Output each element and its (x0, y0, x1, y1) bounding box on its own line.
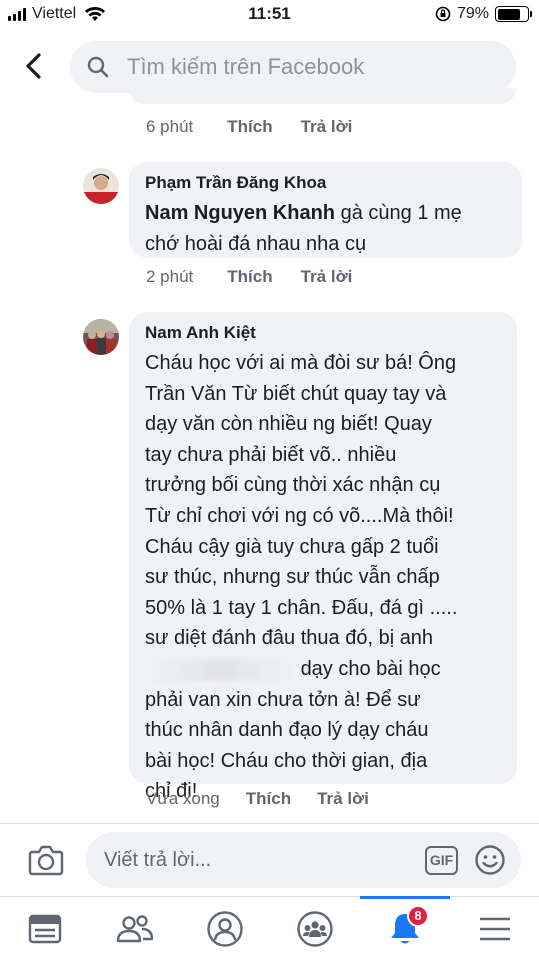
news-feed-icon (28, 914, 62, 944)
reply-button[interactable]: Trả lời (301, 267, 353, 287)
comment-line: Trần Văn Từ biết chút quay tay và (145, 382, 447, 405)
groups-icon (297, 911, 333, 947)
like-button[interactable]: Thích (227, 117, 272, 137)
comment-time: Vừa xong (146, 789, 220, 808)
bottom-nav: 8 (0, 896, 539, 960)
status-bar: Viettel 11:51 79% (0, 0, 539, 30)
comment-text-part: gà cùng 1 mẹ (340, 202, 462, 224)
mention-link[interactable]: Nam Nguyen Khanh (145, 202, 335, 224)
search-icon (87, 56, 109, 78)
comment-line: dạy văn còn nhiều ng biết! Quay (145, 413, 432, 436)
comment-meta: Vừa xong Thích Trả lời (146, 789, 369, 809)
comment-author[interactable]: Nam Anh Kiệt (145, 322, 501, 344)
tab-notifications[interactable]: 8 (360, 896, 450, 960)
comment-text-part: chớ hoài đá nhau nha cụ (145, 232, 367, 255)
avatar-image (83, 168, 119, 204)
reply-input[interactable]: Viết trả lời... GIF (86, 832, 521, 888)
battery-percent: 79% (456, 5, 489, 22)
tab-groups[interactable] (270, 897, 360, 960)
notification-badge: 8 (407, 905, 429, 927)
profile-icon (207, 911, 243, 947)
comment-meta: 2 phút Thích Trả lời (146, 267, 352, 287)
tab-news-feed[interactable] (0, 897, 90, 960)
reply-placeholder: Viết trả lời... (104, 849, 212, 871)
comment-line: sư thúc, nhưng sư thúc vẫn chấp (145, 566, 440, 589)
back-button[interactable] (18, 48, 48, 84)
comment-author[interactable]: Phạm Trần Đăng Khoa (145, 172, 506, 194)
previous-comment-bubble (129, 88, 516, 104)
tab-menu[interactable] (450, 897, 539, 960)
comment-line: sư diệt đánh đâu thua đó, bị anh (145, 627, 434, 650)
blurred-name (145, 658, 295, 681)
comment-line: trưởng bối cùng thời xác nhận cụ (145, 474, 441, 497)
avatar-image (83, 319, 119, 355)
reply-button[interactable]: Trả lời (317, 789, 369, 809)
like-button[interactable]: Thích (246, 789, 291, 809)
comment-bubble: Nam Anh Kiệt Cháu học với ai mà đòi sư b… (129, 312, 517, 802)
comment-line: phải van xin chưa tởn à! Để sư (145, 688, 421, 711)
orientation-lock-icon (435, 6, 451, 22)
menu-icon (480, 917, 510, 941)
gif-button[interactable]: GIF (425, 846, 458, 875)
comment-line: tay chưa phải biết võ.. nhiều (145, 443, 397, 466)
comment-bubble: Phạm Trần Đăng Khoa Nam Nguyen Khanh gà … (129, 162, 522, 258)
comment-time: 2 phút (146, 267, 194, 286)
like-button[interactable]: Thích (227, 267, 272, 287)
emoji-icon[interactable] (474, 844, 506, 876)
chevron-left-icon (26, 53, 41, 79)
comment-line: dạy cho bài học (145, 654, 501, 685)
comment-line: Cháu học với ai mà đòi sư bá! Ông (145, 352, 457, 374)
search-box[interactable] (70, 41, 516, 93)
tab-profile[interactable] (180, 897, 270, 960)
camera-icon[interactable] (28, 844, 64, 876)
comment-text: Nam Nguyen Khanh gà cùng 1 mẹ chớ hoài đ… (145, 198, 506, 259)
status-right: 79% (435, 5, 532, 23)
reply-bar: Viết trả lời... GIF (0, 823, 539, 896)
search-input[interactable] (127, 41, 497, 93)
reply-button[interactable]: Trả lời (301, 117, 353, 137)
avatar[interactable] (83, 168, 119, 204)
avatar[interactable] (83, 319, 119, 355)
comment-line: 50% là 1 tay 1 chân. Đấu, đá gì ..... (145, 596, 458, 619)
tab-friends[interactable] (90, 897, 180, 960)
battery-icon (495, 6, 532, 22)
comment-meta: 6 phút Thích Trả lời (146, 117, 352, 137)
comment-line: Từ chỉ chơi với ng có võ....Mà thôi! (145, 504, 454, 527)
comment-text: Cháu học với ai mà đòi sư bá! Ông Trần V… (145, 348, 501, 807)
comment-text-part: dạy cho bài học (300, 657, 441, 680)
battery-fill (497, 8, 521, 20)
friends-icon (116, 915, 154, 943)
comment-time: 6 phút (146, 117, 194, 136)
comment-line: Cháu cậy già tuy chưa gấp 2 tuổi (145, 535, 439, 558)
comment-line: bài học! Cháu cho thời gian, địa (145, 749, 428, 772)
comment-line: thúc nhân danh đạo lý dạy cháu (145, 719, 429, 742)
